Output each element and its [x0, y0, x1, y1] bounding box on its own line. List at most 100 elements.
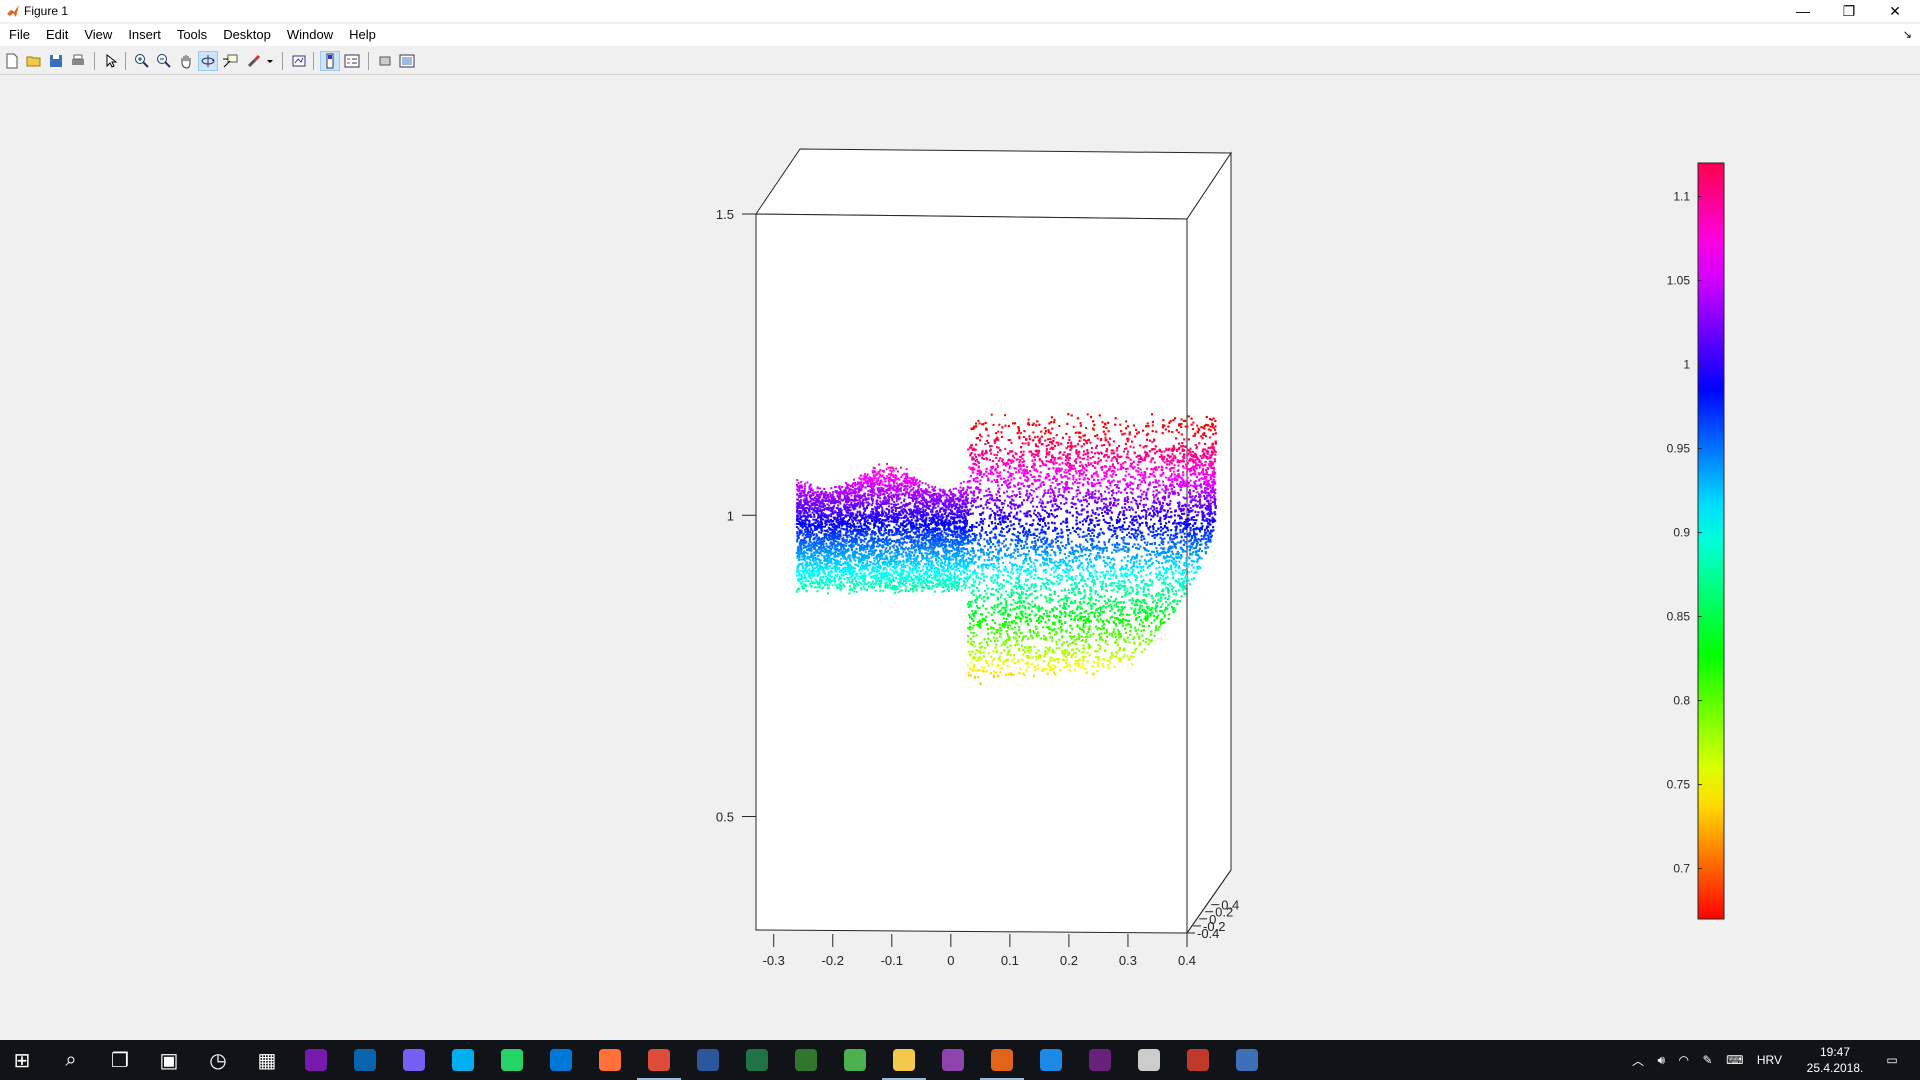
minimize-button[interactable]: — [1780, 0, 1826, 22]
pen-icon[interactable]: ✎ [1703, 1053, 1713, 1067]
skype-icon[interactable] [449, 1046, 477, 1074]
colorbar-tick-label: 0.95 [1667, 442, 1691, 456]
x-tick-label: 0 [947, 953, 954, 968]
media-app-icon[interactable] [939, 1046, 967, 1074]
store-icon[interactable]: ▣ [155, 1046, 183, 1074]
y-tick-label: 0.4 [1221, 898, 1239, 913]
toolbar-separator [313, 52, 314, 70]
notification-icon[interactable]: ▭ [1872, 1040, 1912, 1080]
brush-icon[interactable] [244, 51, 264, 71]
colorbar-tick-label: 0.7 [1673, 862, 1690, 876]
matlab-icon[interactable] [988, 1046, 1016, 1074]
menu-edit[interactable]: Edit [38, 24, 76, 46]
colorbar-gradient [1697, 162, 1725, 920]
toolbar-separator [94, 52, 95, 70]
outlook-icon[interactable] [351, 1046, 379, 1074]
menu-file[interactable]: File [1, 24, 38, 46]
legend-icon[interactable] [342, 51, 362, 71]
save-icon[interactable] [46, 51, 66, 71]
x-tick-label: -0.2 [822, 953, 844, 968]
windows-taskbar: ⊞ ⌕ ❐ ▣ ◷ ▦ ︿ 🔊︎ ◠ ✎ ⌨ HRV 19:47 25.4.2018. ▭ [0, 1040, 1920, 1080]
network-app-icon[interactable] [841, 1046, 869, 1074]
toolbar-separator [282, 52, 283, 70]
tools-icon[interactable] [1135, 1046, 1163, 1074]
figure-toolbar [0, 48, 1920, 75]
colorbar-tick-label: 0.8 [1673, 694, 1690, 708]
x-tick-label: -0.1 [881, 953, 903, 968]
menu-window[interactable]: Window [279, 24, 341, 46]
zoom-out-icon[interactable] [154, 51, 174, 71]
clock-app-icon[interactable]: ◷ [204, 1046, 232, 1074]
firefox-icon[interactable] [596, 1046, 624, 1074]
ide-icon[interactable] [1184, 1046, 1212, 1074]
menu-insert[interactable]: Insert [120, 24, 169, 46]
viber-icon[interactable] [400, 1046, 428, 1074]
word-icon[interactable] [694, 1046, 722, 1074]
colorbar-tick-label: 1.1 [1673, 190, 1690, 204]
menu-bar: File Edit View Insert Tools Desktop Wind… [0, 24, 1920, 46]
clock-date: 25.4.2018. [1806, 1061, 1864, 1075]
z-axis: 0.5 1 1.5 [716, 207, 756, 825]
z-tick-label: 1 [727, 508, 734, 523]
colorbar-tick-label: 0.85 [1667, 610, 1691, 624]
menu-help[interactable]: Help [341, 24, 384, 46]
dock-figure-icon[interactable]: ↘ [1903, 28, 1912, 41]
chrome-icon[interactable] [645, 1046, 673, 1074]
calculator-icon[interactable]: ▦ [253, 1046, 281, 1074]
colorbar-tick-label: 1 [1683, 358, 1690, 372]
pan-icon[interactable] [176, 51, 196, 71]
menu-view[interactable]: View [76, 24, 120, 46]
project-icon[interactable] [792, 1046, 820, 1074]
windows-start-icon[interactable]: ⊞ [8, 1046, 36, 1074]
x-tick-label: 0.1 [1001, 953, 1019, 968]
x-tick-label: 0.4 [1178, 953, 1196, 968]
title-bar: Figure 1 — ❐ ✕ [0, 0, 1920, 22]
toolbar-separator [125, 52, 126, 70]
onenote-icon[interactable] [302, 1046, 330, 1074]
colorbar: 0.7 0.75 0.8 0.85 0.9 0.95 1 1.05 1.1 [1667, 162, 1725, 920]
scatter-3d-axes[interactable]: 0.511.5 -0.3 -0.2 -0.1 0 0.1 0.2 0.3 0.4 -0.4-0… [0, 75, 1920, 1040]
search-icon[interactable]: ⌕ [57, 1046, 85, 1074]
language-indicator[interactable]: HRV [1757, 1053, 1782, 1067]
clock[interactable]: 19:47 25.4.2018. [1800, 1044, 1870, 1076]
figure-canvas[interactable]: 0.5 1 1.5 -0.3 -0.2 -0.1 0 0.1 0.2 0.3 0.4 -0.4 -0… [0, 75, 1920, 1040]
colorbar-icon[interactable] [320, 51, 340, 71]
whatsapp-icon[interactable] [498, 1046, 526, 1074]
show-plot-tools-icon[interactable] [397, 51, 417, 71]
edge-icon[interactable] [547, 1046, 575, 1074]
keyboard-icon[interactable]: ⌨ [1726, 1053, 1743, 1067]
file-explorer-icon[interactable] [890, 1046, 918, 1074]
new-figure-icon[interactable] [2, 51, 22, 71]
window-title: Figure 1 [24, 4, 69, 18]
brush-dropdown-icon[interactable] [264, 51, 276, 71]
restore-button[interactable]: ❐ [1826, 0, 1872, 22]
x-tick-label: 0.3 [1119, 953, 1137, 968]
data-cursor-icon[interactable] [220, 51, 240, 71]
maps-icon[interactable] [1037, 1046, 1065, 1074]
zoom-in-icon[interactable] [132, 51, 152, 71]
x-axis: -0.3 -0.2 -0.1 0 0.1 0.2 0.3 0.4 [763, 934, 1196, 968]
open-file-icon[interactable] [24, 51, 44, 71]
visual-studio-icon[interactable] [1086, 1046, 1114, 1074]
menu-tools[interactable]: Tools [169, 24, 215, 46]
z-tick-label: 0.5 [716, 810, 734, 825]
clock-time: 19:47 [1819, 1045, 1851, 1059]
tray-chevron-icon[interactable]: ︿ [1632, 1052, 1644, 1069]
rotate-3d-icon[interactable] [198, 51, 218, 71]
edit-plot-icon[interactable] [101, 51, 121, 71]
menu-desktop[interactable]: Desktop [215, 24, 279, 46]
volume-icon[interactable]: 🔊︎ [1658, 1053, 1666, 1068]
remote-desktop-icon[interactable] [1233, 1046, 1261, 1074]
print-icon[interactable] [68, 51, 88, 71]
hide-plot-tools-icon[interactable] [375, 51, 395, 71]
x-tick-label: -0.3 [763, 953, 785, 968]
axes-box-top [755, 148, 1232, 220]
system-tray: ︿ 🔊︎ ◠ ✎ ⌨ HRV [1632, 1040, 1782, 1080]
excel-icon[interactable] [743, 1046, 771, 1074]
colorbar-tick-label: 0.75 [1667, 778, 1691, 792]
task-view-icon[interactable]: ❐ [106, 1046, 134, 1074]
matlab-icon [7, 5, 19, 17]
link-plot-icon[interactable] [289, 51, 309, 71]
wifi-icon[interactable]: ◠ [1679, 1053, 1689, 1067]
close-button[interactable]: ✕ [1872, 0, 1918, 22]
